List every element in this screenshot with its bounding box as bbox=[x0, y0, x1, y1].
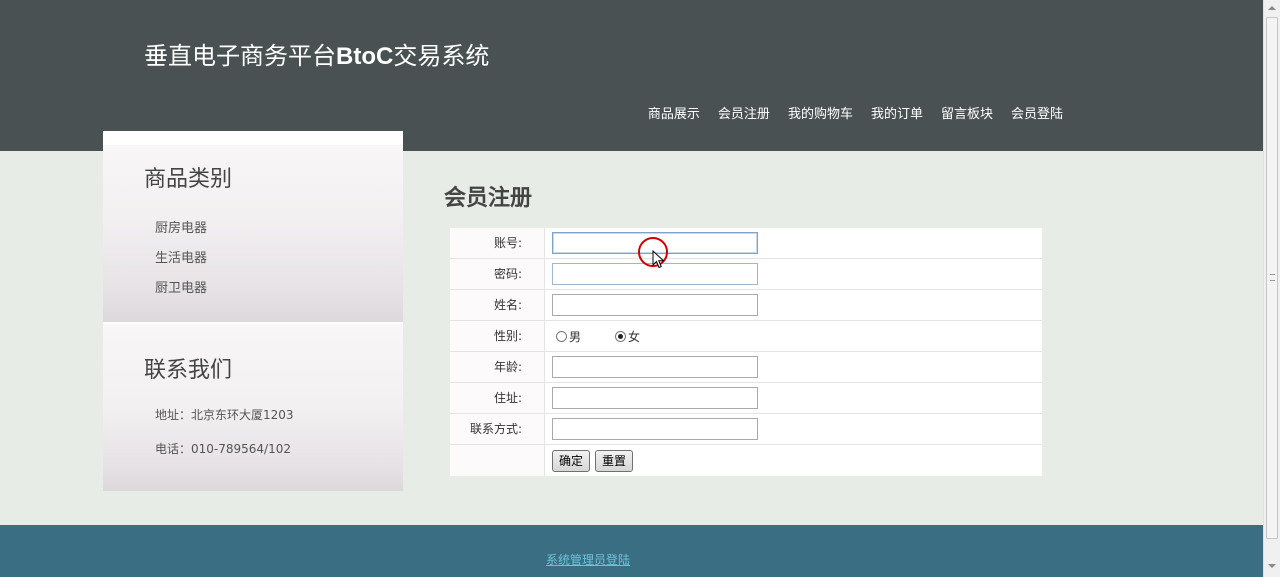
form-row-buttons: 确定 重置 bbox=[450, 445, 1042, 476]
account-label: 账号: bbox=[450, 228, 545, 258]
category-box: 商品类别 厨房电器 生活电器 厨卫电器 bbox=[103, 145, 403, 322]
nav-message-board[interactable]: 留言板块 bbox=[941, 103, 993, 122]
name-input[interactable] bbox=[552, 294, 758, 316]
contact-phone: 电话：010-789564/102 bbox=[155, 442, 291, 456]
page-title: 会员注册 bbox=[444, 185, 533, 211]
scroll-thumb[interactable] bbox=[1266, 17, 1278, 539]
form-row-account: 账号: bbox=[450, 228, 1042, 259]
site-footer: 系统管理员登陆 bbox=[0, 525, 1263, 577]
site-header: 垂直电子商务平台BtoC交易系统 商品展示 会员注册 我的购物车 我的订单 留言… bbox=[0, 0, 1263, 151]
contact-list: 地址：北京东环大厦1203 电话：010-789564/102 bbox=[155, 406, 294, 474]
category-item-bathroom[interactable]: 厨卫电器 bbox=[155, 277, 207, 307]
site-title: 垂直电子商务平台BtoC交易系统 bbox=[144, 36, 489, 71]
scroll-grip-icon bbox=[1270, 274, 1275, 281]
vertical-scrollbar[interactable] bbox=[1263, 0, 1280, 577]
gender-male-radio[interactable] bbox=[556, 330, 567, 342]
name-label: 姓名: bbox=[450, 290, 545, 320]
reset-button[interactable]: 重置 bbox=[595, 449, 634, 472]
address-label: 住址: bbox=[450, 383, 545, 413]
nav-product-display[interactable]: 商品展示 bbox=[648, 103, 700, 122]
main-nav: 商品展示 会员注册 我的购物车 我的订单 留言板块 会员登陆 bbox=[648, 103, 1063, 122]
gender-female-radio[interactable] bbox=[615, 330, 627, 342]
nav-shopping-cart[interactable]: 我的购物车 bbox=[788, 103, 853, 122]
address-input[interactable] bbox=[552, 387, 758, 409]
category-item-kitchen[interactable]: 厨房电器 bbox=[155, 217, 207, 247]
gender-label: 性别: bbox=[450, 321, 545, 351]
registration-form: 账号: 密码: 姓名: 性别: 男 女 年龄: 住址: 联系方式: 确定 重置 bbox=[450, 228, 1042, 476]
site-title-part3: 交易系统 bbox=[393, 42, 490, 70]
contact-heading: 联系我们 bbox=[144, 358, 233, 383]
category-item-household[interactable]: 生活电器 bbox=[155, 247, 207, 277]
gender-female-label: 女 bbox=[628, 329, 641, 344]
scroll-up-icon[interactable] bbox=[1268, 6, 1276, 10]
category-heading: 商品类别 bbox=[144, 167, 233, 192]
nav-member-register[interactable]: 会员注册 bbox=[718, 103, 770, 122]
age-input[interactable] bbox=[552, 356, 758, 378]
sidebar: 商品类别 厨房电器 生活电器 厨卫电器 联系我们 地址：北京东环大厦1203 电… bbox=[103, 131, 403, 491]
form-row-address: 住址: bbox=[450, 383, 1042, 414]
age-label: 年龄: bbox=[450, 352, 545, 382]
submit-button[interactable]: 确定 bbox=[552, 449, 591, 472]
contact-box: 联系我们 地址：北京东环大厦1203 电话：010-789564/102 bbox=[103, 322, 403, 491]
category-list: 厨房电器 生活电器 厨卫电器 bbox=[155, 217, 207, 307]
form-row-contact: 联系方式: bbox=[450, 414, 1042, 445]
admin-login-link[interactable]: 系统管理员登陆 bbox=[546, 551, 630, 568]
site-title-part1: 垂直电子商务平台 bbox=[144, 42, 336, 70]
nav-my-orders[interactable]: 我的订单 bbox=[871, 103, 923, 122]
form-row-gender: 性别: 男 女 bbox=[450, 321, 1042, 352]
gender-male-label: 男 bbox=[569, 329, 582, 344]
nav-member-login[interactable]: 会员登陆 bbox=[1011, 103, 1063, 122]
site-title-part2: BtoC bbox=[336, 43, 394, 70]
scroll-down-icon[interactable] bbox=[1268, 564, 1276, 568]
gender-radio-group: 男 女 bbox=[552, 328, 670, 345]
contact-address: 地址：北京东环大厦1203 bbox=[155, 408, 294, 422]
form-row-password: 密码: bbox=[450, 259, 1042, 290]
form-row-age: 年龄: bbox=[450, 352, 1042, 383]
form-row-name: 姓名: bbox=[450, 290, 1042, 321]
mouse-pointer-icon bbox=[652, 250, 665, 269]
contact-method-input[interactable] bbox=[552, 418, 758, 440]
password-label: 密码: bbox=[450, 259, 545, 289]
contact-method-label: 联系方式: bbox=[450, 414, 545, 444]
